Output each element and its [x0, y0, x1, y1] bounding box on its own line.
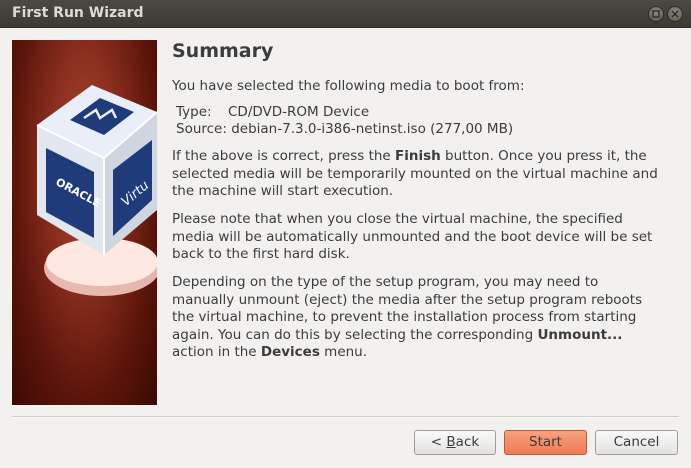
eject-text-e: menu.: [319, 344, 368, 360]
media-type-row: Type: CD/DVD-ROM Device: [176, 104, 369, 121]
window-title: First Run Wizard: [12, 5, 144, 21]
maximize-icon: [652, 10, 660, 18]
media-source-row: Source: debian-7.3.0-i386-netinst.iso (2…: [176, 121, 513, 138]
back-prefix: <: [430, 434, 447, 450]
intro-text: You have selected the following media to…: [172, 78, 525, 94]
page-title: Summary: [172, 40, 274, 62]
eject-text-c: action in the: [172, 344, 261, 360]
type-value: CD/DVD-ROM Device: [228, 104, 370, 120]
virtualbox-logo: ORACLE Virtu: [36, 85, 157, 296]
finish-keyword: Finish: [395, 148, 441, 164]
maximize-button[interactable]: [648, 6, 664, 22]
source-value: debian-7.3.0-i386-netinst.iso (277,00 MB…: [231, 121, 514, 137]
finish-instructions: If the above is correct, press the Finis…: [172, 148, 662, 201]
title-bar[interactable]: First Run Wizard: [0, 0, 691, 28]
eject-instructions: Depending on the type of the setup progr…: [172, 274, 662, 362]
back-button[interactable]: < Back: [414, 430, 496, 455]
back-mnemonic: B: [446, 434, 456, 450]
cancel-button[interactable]: Cancel: [595, 430, 678, 455]
start-button[interactable]: Start: [504, 430, 587, 455]
finish-text-a: If the above is correct, press the: [172, 148, 396, 164]
type-label: Type:: [176, 104, 212, 120]
virtualbox-logo-panel: ORACLE Virtu: [12, 40, 157, 405]
source-label: Source:: [176, 121, 227, 137]
close-icon: [671, 10, 679, 18]
button-divider: [12, 416, 679, 418]
unmount-keyword: Unmount...: [537, 326, 623, 343]
close-button[interactable]: [667, 6, 683, 22]
back-rest: ack: [455, 434, 480, 450]
unmount-note: Please note that when you close the virt…: [172, 211, 653, 262]
devices-keyword: Devices: [260, 344, 320, 360]
